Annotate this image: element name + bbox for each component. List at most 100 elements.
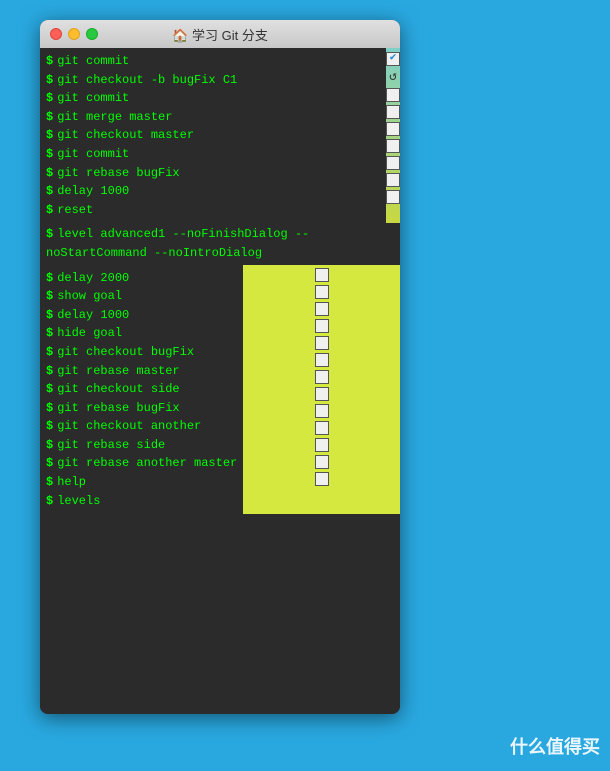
checkbox[interactable] — [386, 105, 400, 119]
prompt: $ — [46, 417, 53, 436]
list-item: $git rebase another master — [46, 454, 237, 473]
prompt: $ — [46, 269, 53, 288]
prompt: $ — [46, 287, 53, 306]
command-text: git checkout -b bugFix C1 — [57, 71, 237, 90]
checkbox[interactable] — [386, 190, 400, 204]
prompt: $ — [46, 324, 53, 343]
command-text: levels — [57, 492, 100, 511]
list-item: $git merge master — [46, 108, 380, 127]
refresh-icon[interactable]: ↺ — [389, 69, 397, 84]
prompt: $ — [46, 492, 53, 511]
command-text: show goal — [57, 287, 122, 306]
command-text: delay 1000 — [57, 182, 129, 201]
command-text: git merge master — [57, 108, 172, 127]
level-command-text2: noStartCommand --noIntroDialog — [46, 244, 262, 263]
command-text: git checkout another — [57, 417, 201, 436]
right-panel-bottom — [243, 265, 400, 515]
terminal-window: 🏠 学习 Git 分支 $git commit$git checkout -b … — [40, 20, 400, 714]
prompt: $ — [46, 89, 53, 108]
checkbox[interactable] — [315, 285, 329, 299]
list-item: $git commit — [46, 145, 380, 164]
checkbox-checked[interactable]: ✔ — [386, 52, 400, 66]
prompt: $ — [46, 380, 53, 399]
command-text: git rebase side — [57, 436, 165, 455]
checkbox[interactable] — [386, 139, 400, 153]
prompt: $ — [46, 52, 53, 71]
checkbox[interactable] — [315, 268, 329, 282]
terminal-empty-area — [40, 514, 400, 714]
titlebar: 🏠 学习 Git 分支 — [40, 20, 400, 48]
command-text: git checkout bugFix — [57, 343, 194, 362]
traffic-lights — [50, 28, 98, 40]
command-text: git rebase another master — [57, 454, 237, 473]
checkbox[interactable] — [315, 455, 329, 469]
prompt: $ — [46, 201, 53, 220]
prompt: $ — [46, 306, 53, 325]
prompt: $ — [46, 164, 53, 183]
checkbox[interactable] — [386, 156, 400, 170]
list-item: $delay 1000 — [46, 306, 237, 325]
command-text: git commit — [57, 145, 129, 164]
list-item: $hide goal — [46, 324, 237, 343]
prompt: $ — [46, 454, 53, 473]
command-text: git commit — [57, 52, 129, 71]
right-panel-top: ✔↺ — [386, 48, 400, 223]
checkbox[interactable] — [315, 438, 329, 452]
level-command-line: $ level advanced1 --noFinishDialog -- no… — [40, 223, 400, 264]
prompt: $ — [46, 126, 53, 145]
list-item: $git commit — [46, 52, 380, 71]
command-text: git checkout master — [57, 126, 194, 145]
checkbox[interactable] — [315, 404, 329, 418]
maximize-button[interactable] — [86, 28, 98, 40]
list-item: $git checkout another — [46, 417, 237, 436]
checkbox[interactable] — [315, 472, 329, 486]
list-item: $git rebase side — [46, 436, 237, 455]
prompt: $ — [46, 473, 53, 492]
command-text: reset — [57, 201, 93, 220]
check-icon: ✔ — [390, 53, 397, 64]
list-item: $delay 2000 — [46, 269, 237, 288]
command-text: delay 1000 — [57, 306, 129, 325]
checkbox[interactable] — [315, 387, 329, 401]
command-text: hide goal — [57, 324, 122, 343]
list-item: $levels — [46, 492, 237, 511]
command-text: git rebase bugFix — [57, 399, 179, 418]
list-item: $git checkout master — [46, 126, 380, 145]
window-title: 🏠 学习 Git 分支 — [172, 25, 268, 44]
checkbox[interactable] — [315, 302, 329, 316]
command-text: git commit — [57, 89, 129, 108]
list-item: $show goal — [46, 287, 237, 306]
prompt: $ — [46, 225, 53, 244]
prompt: $ — [46, 71, 53, 90]
checkbox[interactable] — [315, 319, 329, 333]
command-text: git rebase master — [57, 362, 179, 381]
checkbox[interactable] — [386, 122, 400, 136]
prompt: $ — [46, 399, 53, 418]
prompt: $ — [46, 108, 53, 127]
watermark: 什么值得买 — [510, 733, 600, 759]
list-item: $git rebase bugFix — [46, 164, 380, 183]
checkbox[interactable] — [386, 173, 400, 187]
checkbox[interactable] — [315, 336, 329, 350]
list-item: $reset — [46, 201, 380, 220]
checkbox[interactable] — [386, 88, 400, 102]
list-item: $git rebase master — [46, 362, 237, 381]
command-text: git rebase bugFix — [57, 164, 179, 183]
prompt: $ — [46, 182, 53, 201]
checkbox[interactable] — [315, 421, 329, 435]
list-item: $git checkout side — [46, 380, 237, 399]
checkbox[interactable] — [315, 353, 329, 367]
list-item: $help — [46, 473, 237, 492]
close-button[interactable] — [50, 28, 62, 40]
prompt: $ — [46, 436, 53, 455]
prompt: $ — [46, 145, 53, 164]
list-item: $delay 1000 — [46, 182, 380, 201]
minimize-button[interactable] — [68, 28, 80, 40]
checkbox[interactable] — [315, 370, 329, 384]
section-1: $git commit$git checkout -b bugFix C1$gi… — [40, 48, 400, 223]
list-item: $git rebase bugFix — [46, 399, 237, 418]
list-item: $git checkout bugFix — [46, 343, 237, 362]
command-text: help — [57, 473, 86, 492]
list-item: $git checkout -b bugFix C1 — [46, 71, 380, 90]
prompt: $ — [46, 362, 53, 381]
